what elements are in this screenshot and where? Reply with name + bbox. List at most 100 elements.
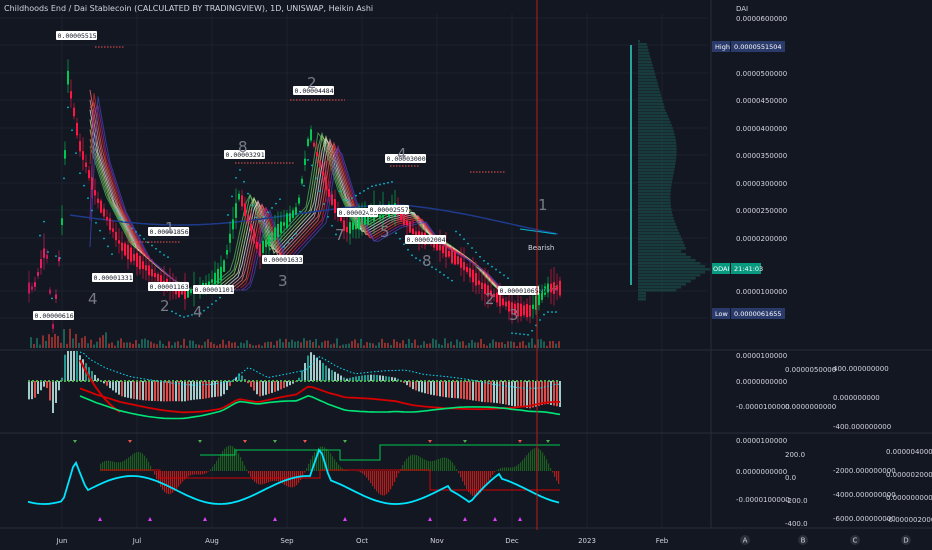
sar-dot	[439, 271, 441, 273]
sar-dot	[55, 255, 57, 258]
osc2-hist	[416, 455, 418, 471]
volume-bar	[30, 337, 32, 348]
osc1-hist	[76, 351, 78, 381]
vp-bar	[638, 115, 669, 118]
badge-letter[interactable]: B	[801, 537, 806, 545]
volume-bar	[120, 338, 122, 348]
volume-bar	[405, 344, 407, 348]
ribbon-line	[89, 89, 558, 291]
sar-dot	[471, 247, 473, 249]
osc1-zero-dot	[408, 380, 410, 382]
osc1-hist	[370, 374, 372, 381]
candle-body	[124, 243, 126, 256]
sar-dot	[323, 203, 325, 205]
sar-dot	[163, 254, 165, 256]
candle-body	[151, 269, 153, 277]
trading-chart[interactable]: 0.00005515040.00004484920.0000329124 0.00…	[0, 0, 932, 550]
volume-bar	[531, 338, 533, 348]
volume-bar	[216, 345, 218, 348]
osc1-hist	[124, 381, 126, 398]
sar-dot	[235, 176, 237, 179]
time-tick: Feb	[656, 537, 669, 545]
osc1-hist	[79, 355, 81, 381]
osc1-zero-dot	[56, 380, 58, 382]
badge-letter[interactable]: C	[853, 537, 858, 545]
vp-bar	[638, 250, 682, 253]
sar-dot	[551, 311, 553, 313]
osc2-marker-bottom	[493, 517, 497, 521]
sar-dot	[523, 333, 525, 336]
badge-letter[interactable]: D	[903, 537, 908, 545]
candle-body	[142, 261, 144, 269]
candle-body	[28, 282, 30, 294]
osc2-hist	[202, 471, 204, 475]
osc1-hist	[538, 381, 540, 406]
low-tag-label: Low	[715, 310, 728, 318]
candle-body	[472, 269, 474, 283]
osc1-zero-dot	[136, 380, 138, 382]
candle-body	[115, 231, 117, 241]
vp-bar	[638, 154, 677, 157]
candle-body	[70, 91, 72, 99]
sar-dot	[327, 216, 329, 218]
volume-bar	[459, 341, 461, 348]
vp-bar	[638, 88, 660, 91]
candle-body	[283, 222, 285, 226]
sar-dot	[127, 224, 129, 226]
sar-dot	[447, 276, 449, 279]
osc1-hist	[298, 377, 300, 381]
osc1-zero-dot	[100, 380, 102, 382]
osc1-zero-dot	[336, 380, 338, 382]
osc2-marker-bottom	[343, 517, 347, 521]
osc1-hist	[193, 381, 195, 400]
volume-bar	[375, 345, 377, 348]
volume-bar	[432, 338, 434, 348]
volume-bar	[144, 338, 146, 348]
sar-dot	[79, 172, 81, 175]
annotation-text: 0.0000110124	[195, 286, 242, 294]
wave-label: 4	[88, 290, 98, 308]
price-tick: 0.0000300000	[736, 180, 787, 188]
volume-bar	[210, 342, 212, 348]
osc2-mid-tick: -200.0	[785, 497, 808, 505]
sar-dot	[275, 202, 277, 205]
volume-bar	[387, 342, 389, 348]
volume-bar	[288, 342, 290, 348]
sar-dot	[475, 251, 477, 254]
osc1-zero-dot	[372, 380, 374, 382]
osc1-hist	[319, 360, 321, 381]
osc1-hist	[469, 381, 471, 400]
candle-body	[322, 171, 324, 176]
osc2-hist	[224, 448, 226, 471]
volume-bar	[105, 332, 107, 348]
osc2-hist	[390, 471, 392, 490]
volume-bar	[420, 344, 422, 348]
vp-bar	[638, 103, 664, 106]
osc1-zero-dot	[320, 380, 322, 382]
candle-body	[529, 305, 531, 317]
sar-dot	[351, 197, 353, 199]
sar-dot	[83, 184, 85, 187]
candle-body	[112, 228, 114, 232]
volume-bar	[546, 345, 548, 348]
volume-bar	[447, 343, 449, 348]
osc1-hist	[430, 381, 432, 395]
osc2-hist	[472, 471, 474, 496]
osc1-zero-dot	[260, 380, 262, 382]
candle-body	[481, 282, 483, 290]
candle-body	[88, 170, 90, 179]
badge-letter[interactable]: A	[743, 537, 748, 545]
price-tick: 0.0000500000	[736, 70, 787, 78]
candle-body	[250, 224, 252, 231]
osc2-hist	[556, 471, 558, 481]
osc1-zero-dot	[392, 380, 394, 382]
osc1-hist	[559, 381, 561, 407]
osc2-hist	[474, 471, 476, 497]
osc1-zero-dot	[376, 380, 378, 382]
annotation-text: 0.0000061655	[35, 312, 82, 320]
oscillator-axes: 0.00001000000.0000000000-0.00001000000.0…	[736, 352, 932, 528]
candle-body	[352, 222, 354, 230]
osc2-hist	[532, 449, 534, 471]
wave-label: 3	[278, 272, 288, 290]
candle-body	[40, 259, 42, 269]
